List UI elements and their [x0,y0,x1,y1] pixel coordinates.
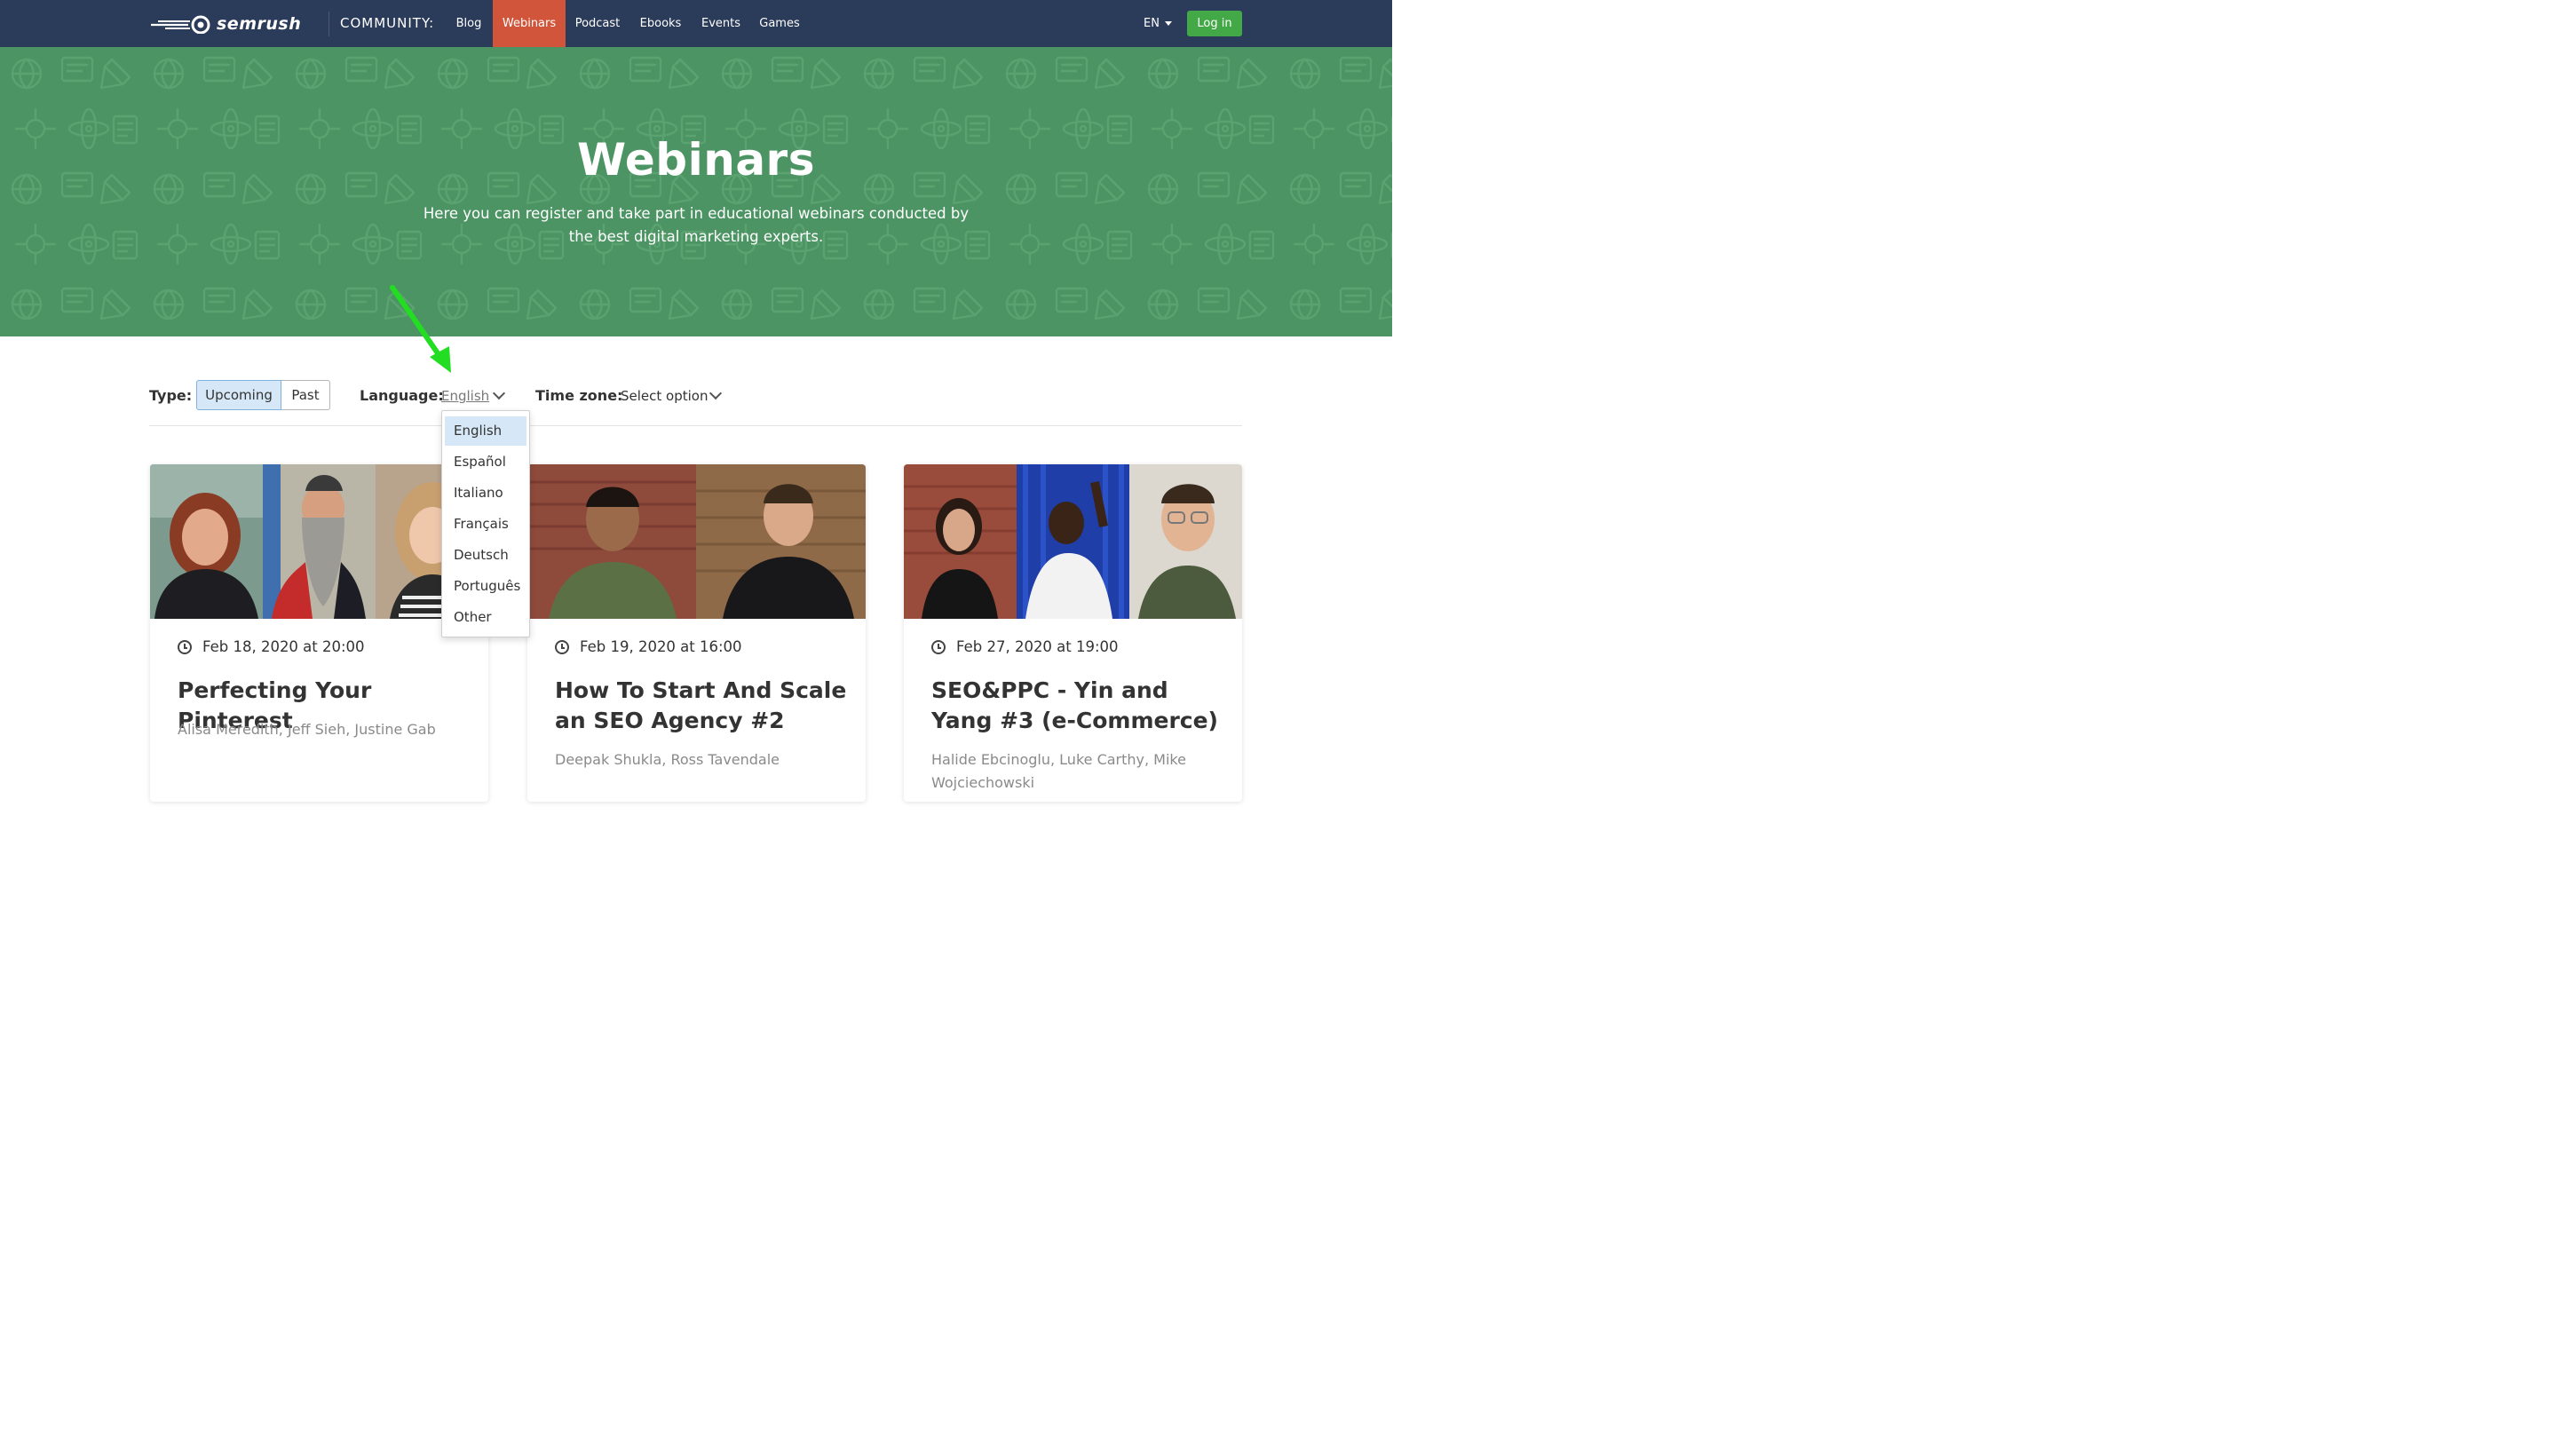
webinar-title[interactable]: How To Start And Scale an SEO Agency #2 [555,676,848,736]
webinar-date: Feb 19, 2020 at 16:00 [555,638,742,655]
language-dropdown-menu: English Español Italiano Français Deutsc… [441,410,530,637]
language-option-italiano[interactable]: Italiano [445,479,526,508]
top-navigation: semrush COMMUNITY: Blog Webinars Podcast… [0,0,1392,47]
webinar-card[interactable]: Feb 18, 2020 at 20:00 Perfecting Your Pi… [150,464,488,802]
filter-divider [149,425,1242,426]
webinar-speakers: Alisa Meredith, Jeff Sieh, Justine Gab [178,721,436,738]
language-option-espanol[interactable]: Español [445,447,526,477]
nav-link-events[interactable]: Events [695,0,747,47]
webinar-title[interactable]: SEO&PPC - Yin and Yang #3 (e-Commerce) [931,676,1224,736]
speaker-photos [150,464,488,619]
hero-doodle-pattern [0,47,1392,336]
nav-link-podcast[interactable]: Podcast [568,0,627,47]
language-option-portugues[interactable]: Português [445,572,526,601]
nav-link-ebooks[interactable]: Ebooks [634,0,687,47]
speaker-photo [527,464,696,619]
language-filter-label: Language: [360,387,444,404]
speaker-photos [527,464,866,619]
nav-link-webinars[interactable]: Webinars [493,0,566,47]
timezone-select[interactable]: Select option [621,388,708,404]
webinar-speakers: Deepak Shukla, Ross Tavendale [555,751,780,768]
speaker-photo [1017,464,1129,619]
semrush-logo[interactable]: semrush [149,12,301,36]
semrush-logo-icon [151,15,210,34]
language-switcher[interactable]: EN [1144,0,1172,47]
speaker-photo [696,464,866,619]
speaker-photo [1129,464,1242,619]
page-subtitle: Here you can register and take part in e… [423,205,970,245]
webinar-date-text: Feb 27, 2020 at 19:00 [956,638,1119,655]
type-upcoming-button[interactable]: Upcoming [196,380,281,410]
language-select[interactable]: English [441,388,489,404]
speaker-photo [150,464,263,619]
login-button[interactable]: Log in [1187,11,1242,36]
annotation-arrow-icon [390,285,451,373]
webinar-date-text: Feb 18, 2020 at 20:00 [202,638,365,655]
language-switcher-label: EN [1144,17,1160,30]
chevron-down-icon[interactable] [709,386,723,400]
nav-link-games[interactable]: Games [755,0,804,47]
type-filter-label: Type: [149,387,193,404]
language-option-francais[interactable]: Français [445,510,526,539]
webinar-speakers: Halide Ebcinoglu, Luke Carthy, Mike Wojc… [931,751,1186,791]
timezone-filter-label: Time zone: [535,387,623,404]
hero-banner: Webinars Here you can register and take … [0,47,1392,336]
webinar-card[interactable]: Feb 27, 2020 at 19:00 SEO&PPC - Yin and … [904,464,1242,802]
type-past-button[interactable]: Past [281,380,330,410]
speaker-photos [904,464,1242,619]
community-label: COMMUNITY: [340,15,435,31]
webinar-date-text: Feb 19, 2020 at 16:00 [580,638,742,655]
language-option-deutsch[interactable]: Deutsch [445,541,526,570]
speaker-photo [263,464,376,619]
clock-icon [178,639,192,654]
webinar-card[interactable]: Feb 19, 2020 at 16:00 How To Start And S… [527,464,866,802]
clock-icon [931,639,946,654]
chevron-down-icon[interactable] [492,386,506,400]
language-option-other[interactable]: Other [445,603,526,632]
nav-link-blog[interactable]: Blog [447,0,491,47]
page-title: Webinars [577,134,815,186]
language-option-english[interactable]: English [445,416,526,446]
logo-text: semrush [217,14,302,34]
webinar-date: Feb 18, 2020 at 20:00 [178,638,365,655]
caret-down-icon [1164,21,1172,26]
clock-icon [555,639,569,654]
speaker-photo [904,464,1017,619]
webinar-date: Feb 27, 2020 at 19:00 [931,638,1119,655]
